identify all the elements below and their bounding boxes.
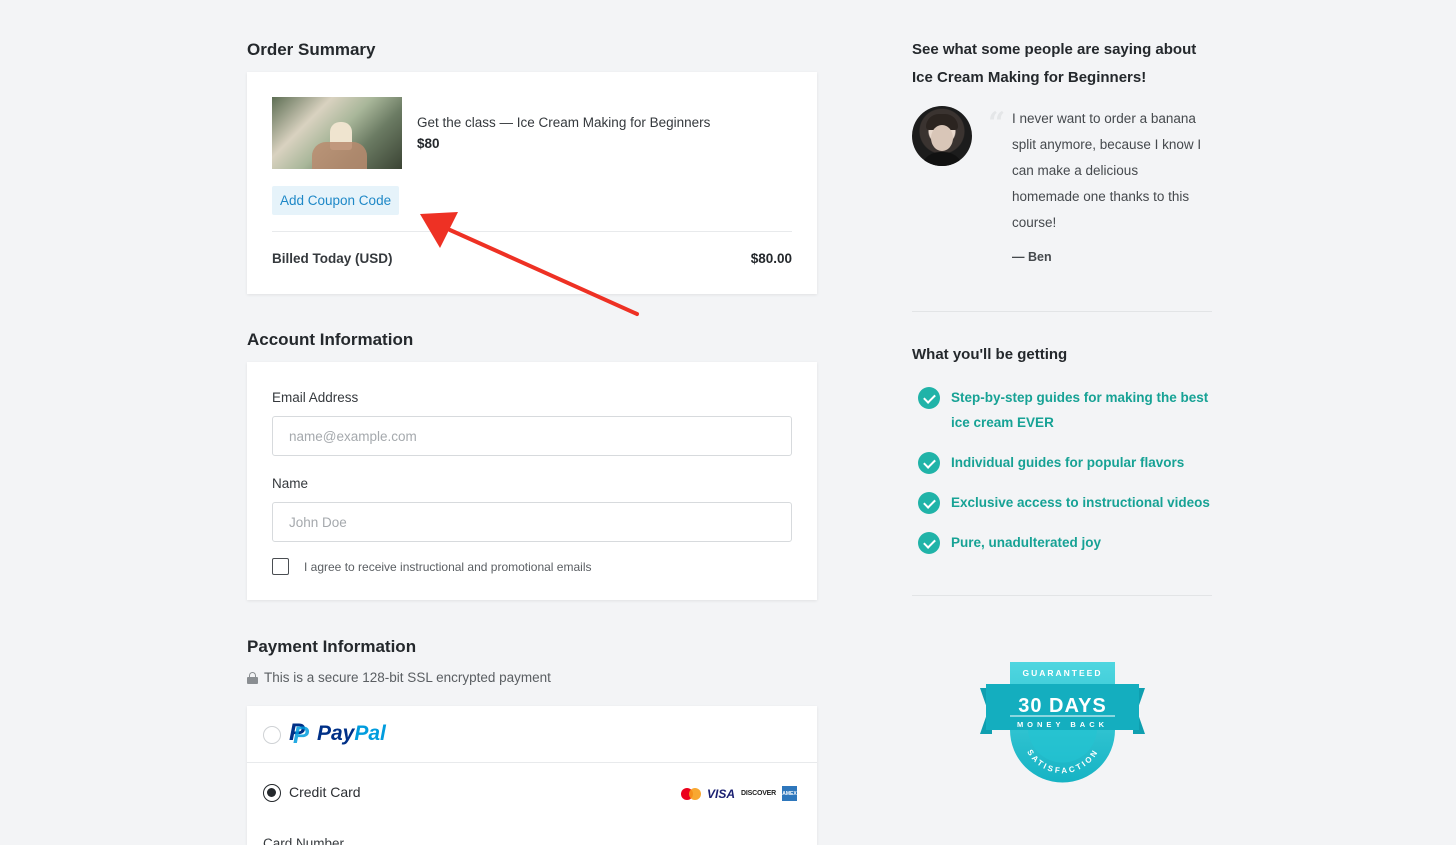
billed-today-amount: $80.00 <box>750 251 792 266</box>
hand-image <box>312 142 367 169</box>
email-label: Email Address <box>272 390 359 405</box>
benefit-text: Step-by-step guides for making the best … <box>951 390 1209 430</box>
order-summary-card: Get the class — Ice Cream Making for Beg… <box>247 72 817 294</box>
testimonial-heading: See what some people are saying about Ic… <box>912 41 1197 86</box>
email-consent-label[interactable]: I agree to receive instructional and pro… <box>304 560 591 574</box>
benefit-item: Individual guides for popular flavors <box>918 450 1212 475</box>
name-field[interactable] <box>272 502 792 542</box>
divider <box>912 311 1212 312</box>
paypal-logo: P P PayPal <box>289 719 386 749</box>
credit-card-radio[interactable] <box>263 784 281 802</box>
billed-today-label: Billed Today (USD) <box>272 251 393 266</box>
benefit-item: Exclusive access to instructional videos <box>918 490 1212 515</box>
testimonial-quote: I never want to order a banana split any… <box>1012 111 1202 230</box>
card-brand-logos: VISA DISCOVER AMEX <box>681 786 797 801</box>
divider <box>272 231 792 232</box>
divider <box>912 595 1212 596</box>
account-information-card: Email Address Name I agree to receive in… <box>247 362 817 600</box>
discover-icon: DISCOVER <box>741 790 776 797</box>
quote-icon: “ <box>988 106 1006 141</box>
payment-option-credit-card[interactable]: Credit Card VISA DISCOVER AMEX <box>247 764 817 821</box>
visa-icon: VISA <box>707 786 736 801</box>
badge-money-back-text: MONEY BACK <box>1017 720 1108 729</box>
check-circle-icon <box>918 387 940 409</box>
testimonial-author: — Ben <box>1012 250 1052 264</box>
payment-option-paypal[interactable]: P P PayPal <box>247 706 817 763</box>
benefit-text: Exclusive access to instructional videos <box>951 495 1210 510</box>
product-thumbnail <box>272 97 402 169</box>
check-circle-icon <box>918 492 940 514</box>
paypal-radio[interactable] <box>263 726 281 744</box>
benefits-title: What you'll be getting <box>912 346 1068 363</box>
paypal-p-icon: P P <box>289 719 310 749</box>
add-coupon-code-button[interactable]: Add Coupon Code <box>272 186 400 215</box>
card-number-label: Card Number <box>263 836 345 845</box>
credit-card-label[interactable]: Credit Card <box>289 784 361 800</box>
product-price: $80 <box>417 136 440 151</box>
payment-methods-card: P P PayPal Credit Card VISA DISCOVER AME… <box>247 706 817 845</box>
money-back-guarantee-badge: GUARANTEED 30 DAYS MONEY BACK SATISFACTI… <box>980 662 1145 783</box>
secure-payment-text: This is a secure 128-bit SSL encrypted p… <box>264 670 551 685</box>
mastercard-icon <box>681 787 702 800</box>
paypal-wordmark-pal: Pal <box>354 722 386 745</box>
secure-payment-note: This is a secure 128-bit SSL encrypted p… <box>247 670 551 685</box>
email-field[interactable] <box>272 416 792 456</box>
benefit-text: Individual guides for popular flavors <box>951 455 1185 470</box>
check-circle-icon <box>918 532 940 554</box>
account-information-title: Account Information <box>247 330 414 349</box>
email-consent-checkbox[interactable] <box>272 558 289 575</box>
amex-icon: AMEX <box>782 786 797 801</box>
payment-information-title: Payment Information <box>247 637 417 656</box>
order-summary-title: Order Summary <box>247 40 376 59</box>
paypal-wordmark-pay: Pay <box>317 722 355 745</box>
avatar <box>912 106 972 166</box>
badge-days-text: 30 DAYS <box>1018 695 1107 717</box>
benefit-item: Pure, unadulterated joy <box>918 530 1212 555</box>
lock-icon <box>247 671 258 684</box>
badge-guaranteed-text: GUARANTEED <box>1023 668 1103 678</box>
name-label: Name <box>272 476 309 491</box>
benefit-item: Step-by-step guides for making the best … <box>918 385 1212 435</box>
benefit-text: Pure, unadulterated joy <box>951 535 1102 550</box>
product-name: Get the class — Ice Cream Making for Beg… <box>417 115 711 130</box>
check-circle-icon <box>918 452 940 474</box>
